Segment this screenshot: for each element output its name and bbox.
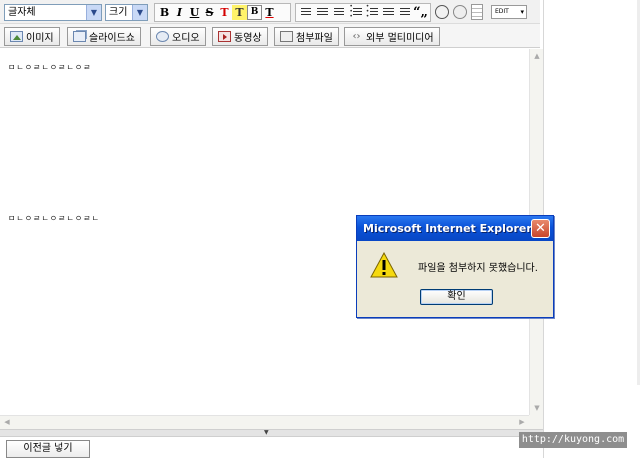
attachment-icon [280, 31, 293, 42]
align-center-icon[interactable] [315, 5, 329, 20]
chevron-down-icon[interactable]: ▼ [132, 5, 147, 20]
insert-video-button[interactable]: 동영상 [212, 27, 268, 46]
external-multimedia-label: 외부 멀티미디어 [366, 33, 434, 44]
insert-video-label: 동영상 [234, 33, 262, 44]
italic-button[interactable]: I [172, 5, 187, 20]
chevron-down-icon[interactable]: ▼ [86, 5, 101, 20]
align-right-icon[interactable] [332, 5, 346, 20]
warning-icon [370, 252, 398, 278]
font-family-select[interactable]: 글자체 ▼ [4, 4, 102, 21]
video-icon [218, 31, 231, 42]
attach-file-button[interactable]: 첨부파일 [274, 27, 339, 46]
insert-audio-button[interactable]: 오디오 [150, 27, 206, 46]
link-icon[interactable] [435, 5, 449, 19]
paragraph-group: “„ [295, 3, 431, 22]
insert-slideshow-label: 슬라이드쇼 [89, 33, 135, 44]
font-family-value: 글자체 [8, 7, 36, 18]
slideshow-icon [73, 31, 86, 42]
table-icon[interactable] [471, 4, 483, 20]
embed-code-icon: ‹› [352, 31, 361, 42]
font-size-value: 크기 [109, 7, 128, 18]
strikethrough-button[interactable]: S [202, 5, 217, 20]
horizontal-scrollbar[interactable]: ◀ ▶ [0, 415, 529, 429]
numbered-list-icon[interactable] [365, 4, 379, 20]
resize-grip-icon: ▼ [264, 429, 269, 436]
scroll-left-icon[interactable]: ◀ [0, 416, 14, 430]
highlight-button[interactable]: T [232, 5, 247, 20]
insert-image-button[interactable]: 이미지 [4, 27, 60, 46]
scrollbar-corner [529, 415, 543, 429]
editor-text-line: ㅁㄴㅇㄹㄴㅇㄹㄴㅇㄹㄴ [8, 214, 100, 223]
indent-icon[interactable] [398, 5, 412, 20]
align-left-icon[interactable] [299, 5, 313, 20]
insert-image-label: 이미지 [26, 33, 54, 44]
alert-dialog: Microsoft Internet Explorer ✕ 파일을 첨부하지 못… [356, 215, 554, 318]
quote-button[interactable]: “„ [413, 5, 428, 20]
dialog-message: 파일을 첨부하지 못했습니다. [418, 263, 538, 274]
edit-mode-select[interactable]: EDIT ▾ [491, 5, 527, 19]
emoticon-icon[interactable] [453, 5, 467, 19]
text-color-button[interactable]: T [217, 5, 232, 20]
editor-resize-handle[interactable]: ▼ [0, 429, 543, 437]
scroll-up-icon[interactable]: ▲ [530, 49, 544, 63]
text-box-button[interactable]: B [247, 5, 262, 20]
text-style-group: B I U S T T B T [154, 3, 291, 22]
format-toolbar: 글자체 ▼ 크기 ▼ B I U S T T B T “„ EDIT ▾ [0, 0, 540, 24]
ok-button[interactable]: 확인 [420, 289, 493, 305]
insert-slideshow-button[interactable]: 슬라이드쇼 [67, 27, 141, 46]
edit-mode-label: EDIT [495, 8, 509, 15]
image-icon [10, 31, 23, 42]
dialog-title: Microsoft Internet Explorer [363, 222, 532, 235]
external-multimedia-button[interactable]: ‹› 외부 멀티미디어 [344, 27, 440, 46]
outdent-icon[interactable] [381, 5, 395, 20]
editor-text-line: ㅁㄴㅇㄹㄴㅇㄹㄴㅇㄹ [8, 63, 92, 72]
bold-button[interactable]: B [157, 5, 172, 20]
scroll-right-icon[interactable]: ▶ [515, 416, 529, 430]
media-toolbar: 이미지 슬라이드쇼 오디오 동영상 첨부파일 ‹› 외부 멀티미디어 [0, 24, 540, 48]
right-panel [543, 0, 640, 458]
watermark: http://kuyong.com [519, 432, 627, 448]
chevron-down-icon: ▾ [520, 8, 524, 16]
insert-previous-post-button[interactable]: 이전글 넣기 [6, 440, 90, 458]
clear-format-button[interactable]: T [262, 5, 277, 20]
font-size-select[interactable]: 크기 ▼ [105, 4, 148, 21]
attach-file-label: 첨부파일 [296, 33, 333, 44]
underline-button[interactable]: U [187, 5, 202, 20]
insert-audio-label: 오디오 [172, 33, 200, 44]
bullet-list-icon[interactable] [348, 4, 363, 20]
dialog-title-bar[interactable]: Microsoft Internet Explorer ✕ [357, 216, 553, 241]
audio-icon [156, 31, 169, 42]
scroll-down-icon[interactable]: ▼ [530, 401, 544, 415]
close-button[interactable]: ✕ [531, 219, 550, 238]
